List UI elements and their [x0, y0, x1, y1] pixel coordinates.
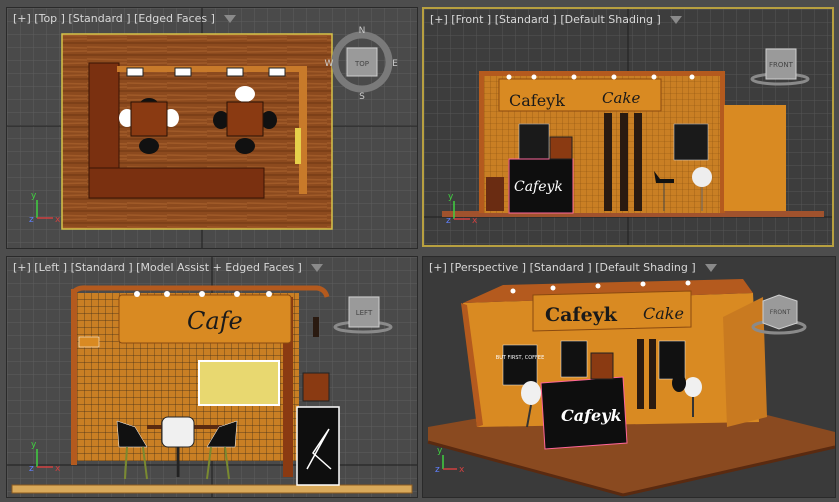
viewport-left[interactable]: [+] [Left ] [Standard ] [Model Assist + …	[6, 256, 418, 498]
viewport-top-label-text[interactable]: [+] [Top ] [Standard ] [Edged Faces ]	[13, 12, 215, 25]
filter-icon[interactable]	[311, 264, 324, 272]
persp-viewcube[interactable]: FRONT	[423, 257, 835, 497]
viewcube-left-face-label: LEFT	[356, 309, 373, 317]
front-viewcube[interactable]: FRONT	[424, 9, 834, 247]
filter-icon[interactable]	[705, 264, 718, 272]
left-viewcube[interactable]: LEFT	[7, 257, 417, 497]
viewport-left-label-text[interactable]: [+] [Left ] [Standard ] [Model Assist + …	[13, 261, 302, 274]
viewport-front-label[interactable]: [+] [Front ] [Standard ] [Default Shadin…	[430, 13, 683, 26]
viewport-perspective[interactable]: [+] [Perspective ] [Standard ] [Default …	[422, 256, 836, 498]
viewport-top[interactable]: [+] [Top ] [Standard ] [Edged Faces ] y …	[6, 7, 418, 249]
viewport-top-label[interactable]: [+] [Top ] [Standard ] [Edged Faces ]	[13, 12, 237, 25]
compass-n: N	[359, 26, 366, 36]
viewcube-persp-face-label: FRONT	[770, 309, 791, 316]
compass-s: S	[359, 92, 365, 102]
compass-e: E	[392, 59, 398, 69]
compass-w: W	[325, 59, 334, 69]
filter-icon[interactable]	[670, 16, 683, 24]
viewport-perspective-label-text[interactable]: [+] [Perspective ] [Standard ] [Default …	[429, 261, 696, 274]
viewport-perspective-label[interactable]: [+] [Perspective ] [Standard ] [Default …	[429, 261, 718, 274]
viewcube-front-face-label: FRONT	[769, 61, 794, 69]
viewport-left-label[interactable]: [+] [Left ] [Standard ] [Model Assist + …	[13, 261, 324, 274]
viewport-front[interactable]: [+] [Front ] [Standard ] [Default Shadin…	[422, 7, 834, 247]
filter-icon[interactable]	[224, 15, 237, 23]
top-viewcube[interactable]: TOP N S W E	[7, 8, 417, 248]
viewcube-top-face-label: TOP	[354, 60, 369, 68]
viewport-front-label-text[interactable]: [+] [Front ] [Standard ] [Default Shadin…	[430, 13, 661, 26]
